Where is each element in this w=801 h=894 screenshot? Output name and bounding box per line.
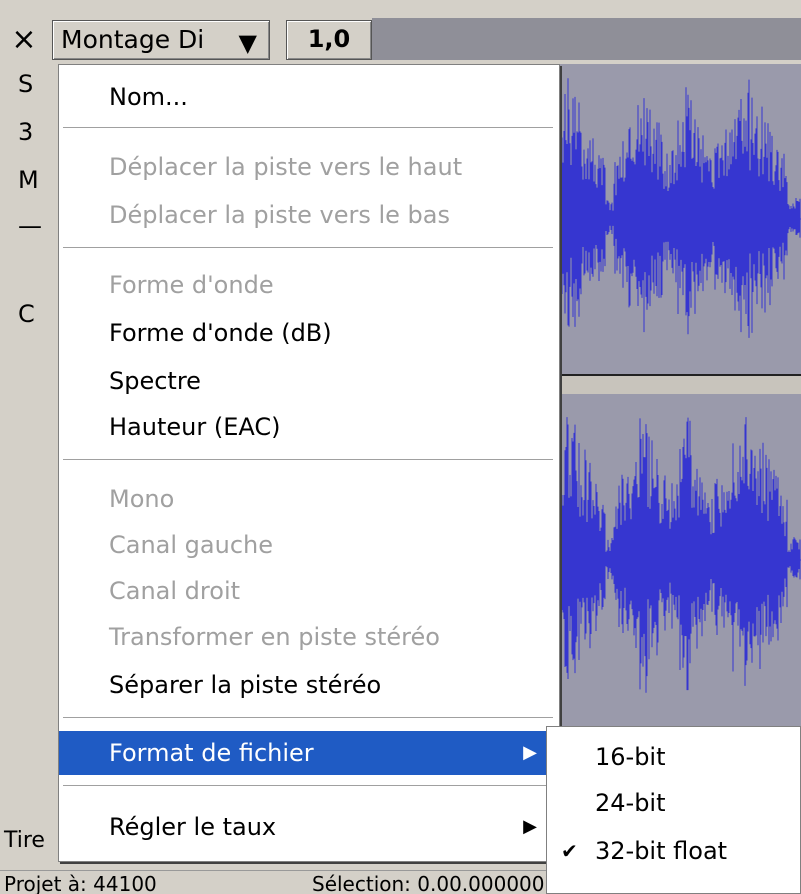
menu-item-label: Transformer en piste stéréo xyxy=(109,623,440,651)
panel-glimpse-5: C xyxy=(18,300,35,328)
menu-item-split-stereo[interactable]: Séparer la piste stéréo xyxy=(59,663,559,707)
channel-separator xyxy=(548,374,801,396)
check-icon: ✔ xyxy=(561,839,578,863)
menu-separator xyxy=(63,247,553,249)
track-context-menu: Nom... Déplacer la piste vers le haut Dé… xyxy=(58,64,560,862)
track-gain-value[interactable]: 1,0 xyxy=(286,20,372,60)
menu-item-label: Régler le taux xyxy=(109,813,277,841)
menu-item-label: Canal droit xyxy=(109,577,241,605)
menu-item-move-up[interactable]: Déplacer la piste vers le haut xyxy=(59,145,559,189)
menu-item-label: Canal gauche xyxy=(109,531,274,559)
menu-separator xyxy=(63,717,553,719)
menu-item-make-stereo[interactable]: Transformer en piste stéréo xyxy=(59,615,559,659)
menu-item-file-format[interactable]: Format de fichier ▶ xyxy=(59,731,559,775)
track-name-dropdown[interactable]: Montage Di ▼ xyxy=(52,20,270,60)
menu-item-label: Format de fichier xyxy=(109,739,314,767)
menu-item-label: Déplacer la piste vers le haut xyxy=(109,153,463,181)
menu-item-waveform-db[interactable]: Forme d'onde (dB) xyxy=(59,311,559,355)
menu-item-label: Séparer la piste stéréo xyxy=(109,671,382,699)
submenu-item-label: 32-bit float xyxy=(595,837,728,865)
waveform-right-svg xyxy=(548,417,801,693)
menu-item-label: Mono xyxy=(109,485,175,513)
menu-item-right-channel[interactable]: Canal droit xyxy=(59,569,559,613)
menu-separator xyxy=(63,127,553,129)
waveform-right-channel[interactable] xyxy=(548,394,801,726)
menu-item-pitch[interactable]: Hauteur (EAC) xyxy=(59,405,559,449)
submenu-item-16bit[interactable]: 16-bit xyxy=(547,735,800,779)
panel-glimpse-2: 3 xyxy=(18,118,34,146)
track-name-label: Montage Di xyxy=(61,25,205,54)
menu-item-label: Forme d'onde xyxy=(109,271,274,299)
submenu-item-label: 16-bit xyxy=(595,743,666,771)
menu-item-mono[interactable]: Mono xyxy=(59,477,559,521)
menu-item-label: Spectre xyxy=(109,367,201,395)
submenu-item-32bit-float[interactable]: ✔ 32-bit float xyxy=(547,829,800,873)
menu-item-set-rate[interactable]: Régler le taux ▶ xyxy=(59,805,559,849)
menu-separator xyxy=(63,785,553,787)
file-format-submenu: 16-bit 24-bit ✔ 32-bit float xyxy=(546,726,801,894)
submenu-arrow-icon: ▶ xyxy=(523,816,537,837)
submenu-item-label: 24-bit xyxy=(595,789,666,817)
menu-item-label: Nom... xyxy=(109,83,188,111)
menu-item-nom[interactable]: Nom... xyxy=(59,75,559,119)
submenu-item-24bit[interactable]: 24-bit xyxy=(547,781,800,825)
menu-item-label: Hauteur (EAC) xyxy=(109,413,281,441)
submenu-arrow-icon: ▶ xyxy=(523,742,537,763)
menu-item-label: Déplacer la piste vers le bas xyxy=(109,201,451,229)
panel-glimpse-1: S xyxy=(18,70,34,98)
panel-glimpse-4: — xyxy=(18,212,42,240)
menu-item-waveform[interactable]: Forme d'onde xyxy=(59,263,559,307)
tool-label: Tire xyxy=(4,828,45,853)
close-track-icon[interactable]: × xyxy=(4,22,44,58)
status-project-rate: Projet à: 44100 xyxy=(4,872,157,894)
app-window: { "track": { "close_glyph": "×", "name":… xyxy=(0,0,801,894)
panel-glimpse-3: M xyxy=(18,166,39,194)
menu-item-move-down[interactable]: Déplacer la piste vers le bas xyxy=(59,193,559,237)
menu-separator xyxy=(63,459,553,461)
waveform-left-channel[interactable] xyxy=(548,64,801,374)
menu-item-label: Forme d'onde (dB) xyxy=(109,319,332,347)
track-header-ruler xyxy=(372,18,801,60)
dropdown-arrow-icon: ▼ xyxy=(238,29,257,57)
menu-item-left-channel[interactable]: Canal gauche xyxy=(59,523,559,567)
menu-item-spectrum[interactable]: Spectre xyxy=(59,359,559,403)
waveform-left-svg xyxy=(548,78,801,338)
top-strip xyxy=(0,0,801,19)
